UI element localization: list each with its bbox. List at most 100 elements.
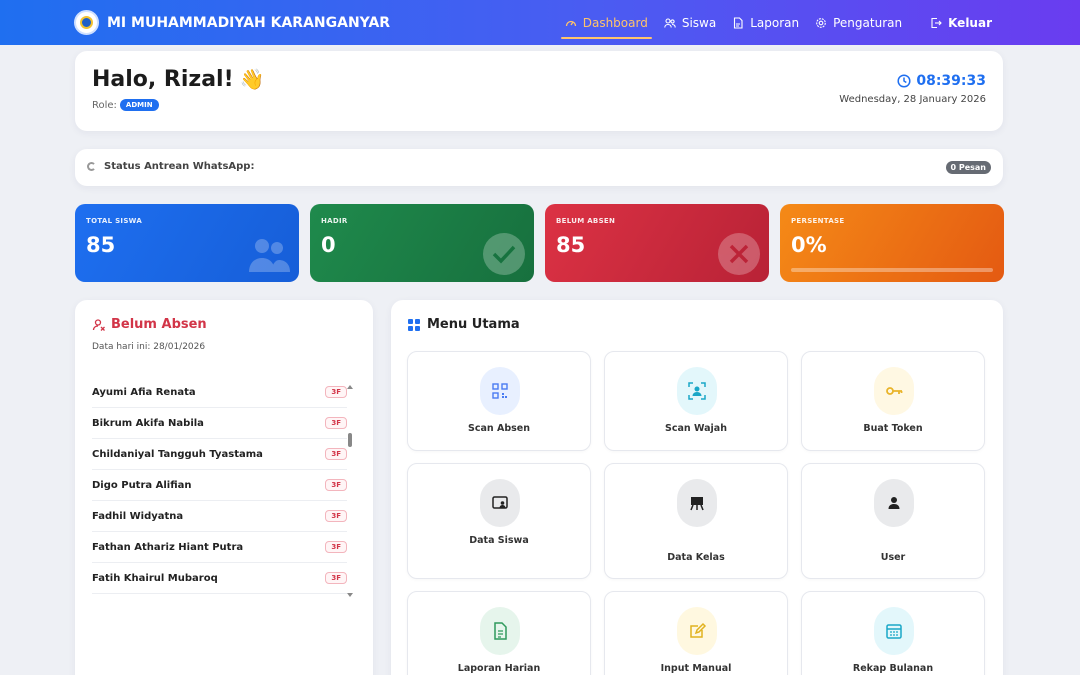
student-list[interactable]: Ayumi Afia Renata 3F Bikrum Akifa Nabila 3… (92, 377, 347, 594)
role-row: Role: ADMIN (92, 99, 159, 111)
class-badge: 3F (325, 448, 347, 460)
nav-pengaturan-label: Pengaturan (833, 15, 903, 30)
nav-siswa[interactable]: Siswa (656, 0, 724, 45)
menu-buat-token-label: Buat Token (863, 423, 923, 434)
menu-user[interactable]: User (801, 463, 985, 579)
stat-hadir-value: 0 (321, 233, 336, 257)
user-x-icon (92, 318, 105, 331)
menu-scan-absen-label: Scan Absen (468, 423, 530, 434)
classroom-icon (690, 497, 704, 511)
tile-icon-bg (677, 479, 717, 527)
class-badge: 3F (325, 510, 347, 522)
student-name: Fadhil Widyatna (92, 510, 184, 522)
report-icon (494, 622, 507, 640)
belum-absen-card: Belum Absen Data hari ini: 28/01/2026 Ay… (75, 300, 373, 675)
tile-icon-bg (677, 367, 717, 415)
document-icon (734, 16, 743, 29)
brand-name: MI MUHAMMADIYAH KARANGANYAR (107, 14, 391, 31)
stat-belum-absen: BELUM ABSEN 85 (545, 204, 769, 282)
menu-rekap-bulanan[interactable]: Rekap Bulanan (801, 591, 985, 675)
whatsapp-status: Status Antrean WhatsApp: (87, 161, 254, 172)
clock: 08:39:33 (897, 73, 986, 89)
list-item[interactable]: Childaniyal Tangguh Tyastama 3F (92, 439, 347, 470)
student-name: Bikrum Akifa Nabila (92, 417, 204, 429)
menu-input-manual-label: Input Manual (660, 663, 732, 674)
stat-belum-label: BELUM ABSEN (556, 217, 616, 225)
user-icon (888, 497, 900, 509)
list-item[interactable]: Bikrum Akifa Nabila 3F (92, 408, 347, 439)
list-item[interactable]: Digo Putra Alifian 3F (92, 470, 347, 501)
list-scrollbar[interactable] (347, 385, 353, 597)
list-item[interactable]: Ayumi Afia Renata 3F (92, 377, 347, 408)
nav-dashboard-label: Dashboard (582, 15, 648, 30)
list-item[interactable]: Fatih Khairul Mubaroq 3F (92, 563, 347, 594)
logout-label: Keluar (948, 15, 992, 30)
list-item[interactable]: Fadhil Widyatna 3F (92, 501, 347, 532)
student-name: Digo Putra Alifian (92, 479, 192, 491)
scroll-thumb[interactable] (348, 433, 352, 447)
menu-laporan-harian[interactable]: Laporan Harian (407, 591, 591, 675)
id-card-icon (492, 496, 508, 509)
nav-pengaturan[interactable]: Pengaturan (807, 0, 910, 45)
scroll-up-arrow-icon[interactable] (347, 385, 353, 389)
tile-icon-bg (874, 479, 914, 527)
stat-persen-value: 0% (791, 233, 827, 257)
current-date: Wednesday, 28 January 2026 (839, 94, 986, 105)
menu-data-siswa[interactable]: Data Siswa (407, 463, 591, 579)
nav-dashboard[interactable]: Dashboard (557, 0, 656, 45)
school-logo-icon (74, 10, 99, 35)
student-name: Fatih Khairul Mubaroq (92, 572, 218, 584)
menu-scan-wajah-label: Scan Wajah (665, 423, 727, 434)
belum-absen-title: Belum Absen (111, 317, 207, 332)
tile-icon-bg (874, 367, 914, 415)
stat-persen-label: PERSENTASE (791, 217, 845, 225)
menu-rekap-bulanan-label: Rekap Bulanan (852, 663, 934, 674)
belum-absen-subtitle: Data hari ini: 28/01/2026 (92, 342, 206, 352)
message-count-badge: 0 Pesan (945, 161, 991, 174)
menu-laporan-harian-label: Laporan Harian (457, 663, 541, 674)
attendance-progress-bar (791, 268, 993, 272)
student-name: Childaniyal Tangguh Tyastama (92, 448, 263, 460)
nav-siswa-label: Siswa (681, 15, 717, 30)
logout-icon (931, 17, 942, 28)
tile-icon-bg (874, 607, 914, 655)
menu-utama-heading: Menu Utama (408, 317, 520, 332)
nav-laporan[interactable]: Laporan (724, 0, 807, 45)
people-icon (249, 239, 290, 272)
edit-icon (690, 622, 707, 638)
tile-icon-bg (677, 607, 717, 655)
greeting-title: Halo, Rizal! (92, 67, 234, 92)
x-circle-icon (718, 233, 760, 275)
key-icon (886, 387, 903, 395)
menu-data-kelas-label: Data Kelas (667, 552, 725, 563)
class-badge: 3F (325, 386, 347, 398)
clock-time: 08:39:33 (916, 73, 986, 89)
menu-input-manual[interactable]: Input Manual (604, 591, 788, 675)
greeting-card: Halo, Rizal! 👋 Role: ADMIN 08:39:33 Wedne… (75, 51, 1003, 131)
top-navbar: MI MUHAMMADIYAH KARANGANYAR Dashboard Si… (0, 0, 1080, 45)
list-item[interactable]: Fathan Athariz Hiant Putra 3F (92, 532, 347, 563)
loading-spinner-icon (87, 162, 96, 171)
class-badge: 3F (325, 541, 347, 553)
face-scan-icon (688, 382, 706, 400)
stat-hadir: HADIR 0 (310, 204, 534, 282)
check-circle-icon (483, 233, 525, 275)
calendar-icon (886, 624, 902, 639)
scroll-down-arrow-icon[interactable] (347, 593, 353, 597)
role-label: Role: (92, 99, 117, 111)
logout-button[interactable]: Keluar (922, 0, 1000, 45)
student-name: Fathan Athariz Hiant Putra (92, 541, 244, 553)
stat-persentase: PERSENTASE 0% (780, 204, 1004, 282)
menu-buat-token[interactable]: Buat Token (801, 351, 985, 451)
menu-scan-wajah[interactable]: Scan Wajah (604, 351, 788, 451)
menu-scan-absen[interactable]: Scan Absen (407, 351, 591, 451)
brand[interactable]: MI MUHAMMADIYAH KARANGANYAR (74, 10, 390, 35)
tile-icon-bg (480, 479, 520, 527)
main-nav: Dashboard Siswa Laporan Pengaturan Kelua… (557, 0, 1000, 45)
tile-icon-bg (480, 607, 520, 655)
menu-data-kelas[interactable]: Data Kelas (604, 463, 788, 579)
clock-icon (897, 74, 911, 88)
stat-hadir-label: HADIR (321, 217, 348, 225)
nav-laporan-label: Laporan (750, 15, 800, 30)
menu-data-siswa-label: Data Siswa (469, 535, 529, 546)
